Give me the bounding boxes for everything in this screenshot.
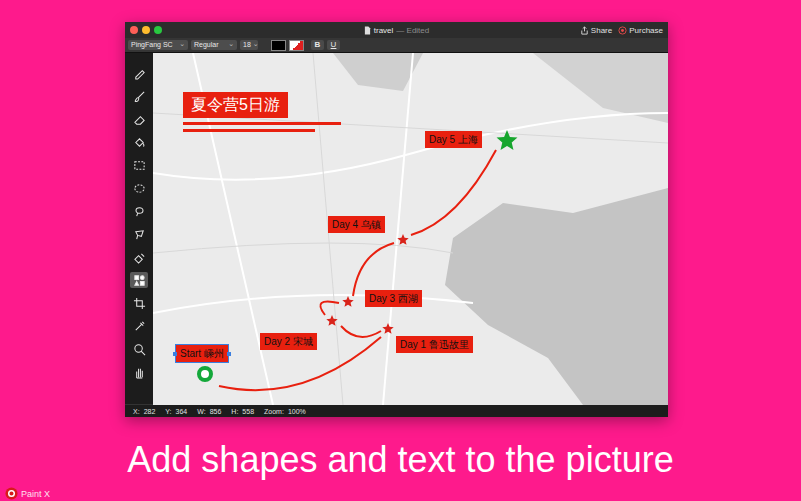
background-color-swatch[interactable] (289, 40, 304, 51)
status-bar: X:282 Y:364 W:856 H:558 Zoom:100% (125, 404, 668, 417)
star-icon[interactable] (382, 323, 394, 335)
tool-button[interactable] (130, 203, 148, 219)
stop-label[interactable]: Day 3 西湖 (365, 290, 422, 307)
stop-label[interactable]: Day 2 宋城 (260, 333, 317, 350)
font-family-select[interactable]: PingFang SC⌄ (128, 40, 188, 50)
start-circle-icon[interactable] (196, 365, 214, 383)
tool-palette (125, 53, 153, 404)
eraser-icon (133, 113, 146, 126)
tool-button[interactable] (130, 226, 148, 242)
status-item: Zoom:100% (264, 408, 306, 415)
close-button[interactable] (130, 26, 138, 34)
zoom-icon (133, 343, 146, 356)
star-icon[interactable] (397, 234, 409, 246)
title-bar: travel — Edited Share Purchase (125, 22, 668, 38)
status-item: H:558 (231, 408, 254, 415)
header-actions: Share Purchase (543, 26, 663, 35)
stop-label[interactable]: Start 嵊州 (176, 345, 228, 362)
app-window: travel — Edited Share Purchase PingFang … (125, 22, 668, 417)
title-underline (183, 122, 341, 125)
ellipse-select-icon (133, 182, 146, 195)
image-canvas[interactable]: 夏令营5日游 Start 嵊州 Day 1 鲁迅故里 Day 2 宋城 Day … (153, 53, 668, 405)
format-toolbar: PingFang SC⌄ Regular⌄ 18⌄ B U (125, 38, 668, 53)
tool-button[interactable] (130, 272, 148, 288)
resize-handle[interactable] (227, 352, 231, 356)
font-style-select[interactable]: Regular⌄ (191, 40, 237, 50)
lasso-icon (133, 205, 146, 218)
tool-button[interactable] (130, 134, 148, 150)
tool-button[interactable] (130, 295, 148, 311)
traffic-lights (130, 26, 250, 34)
bucket-icon (133, 136, 146, 149)
tool-button[interactable] (130, 88, 148, 104)
pour-icon (133, 251, 146, 264)
window-title: travel — Edited (250, 26, 543, 35)
star-icon[interactable] (326, 315, 338, 327)
status-item: X:282 (133, 408, 155, 415)
tool-button[interactable] (130, 180, 148, 196)
star-icon[interactable] (342, 296, 354, 308)
app-logo: Paint X (5, 487, 50, 500)
editor-body: 夏令营5日游 Start 嵊州 Day 1 鲁迅故里 Day 2 宋城 Day … (125, 53, 668, 404)
trip-title[interactable]: 夏令营5日游 (183, 92, 341, 132)
eyedropper-icon (133, 320, 146, 333)
bold-button[interactable]: B (311, 40, 324, 50)
stop-label[interactable]: Day 4 乌镇 (328, 216, 385, 233)
purchase-icon (618, 26, 627, 35)
tool-button[interactable] (130, 157, 148, 173)
tool-button[interactable] (130, 364, 148, 380)
hand-icon (133, 366, 146, 379)
page: travel — Edited Share Purchase PingFang … (0, 0, 801, 501)
status-item: Y:364 (165, 408, 187, 415)
promo-caption: Add shapes and text to the picture (127, 439, 673, 481)
star-icon[interactable] (496, 130, 518, 152)
trip-title-text: 夏令营5日游 (183, 92, 288, 118)
stop-label[interactable]: Day 1 鲁迅故里 (396, 336, 473, 353)
purchase-button[interactable]: Purchase (618, 26, 663, 35)
tool-button[interactable] (130, 341, 148, 357)
document-name: travel (374, 26, 394, 35)
tool-button[interactable] (130, 249, 148, 265)
share-button[interactable]: Share (580, 26, 612, 35)
tool-button[interactable] (130, 65, 148, 81)
underline-button[interactable]: U (327, 40, 340, 50)
polygon-lasso-icon (133, 228, 146, 241)
font-size-select[interactable]: 18⌄ (240, 40, 258, 50)
edited-state: — Edited (396, 26, 429, 35)
title-underline (183, 129, 315, 132)
rect-select-icon (133, 159, 146, 172)
shapes-icon (133, 274, 146, 287)
resize-handle[interactable] (173, 352, 177, 356)
tool-button[interactable] (130, 111, 148, 127)
text-color-swatch[interactable] (271, 40, 286, 51)
document-icon (364, 26, 371, 35)
pencil-icon (133, 67, 146, 80)
minimize-button[interactable] (142, 26, 150, 34)
brush-icon (133, 90, 146, 103)
tool-button[interactable] (130, 318, 148, 334)
crop-icon (133, 297, 146, 310)
stop-label[interactable]: Day 5 上海 (425, 131, 482, 148)
share-icon (580, 26, 589, 35)
paint-logo-icon (5, 487, 18, 500)
status-item: W:856 (197, 408, 221, 415)
zoom-button[interactable] (154, 26, 162, 34)
